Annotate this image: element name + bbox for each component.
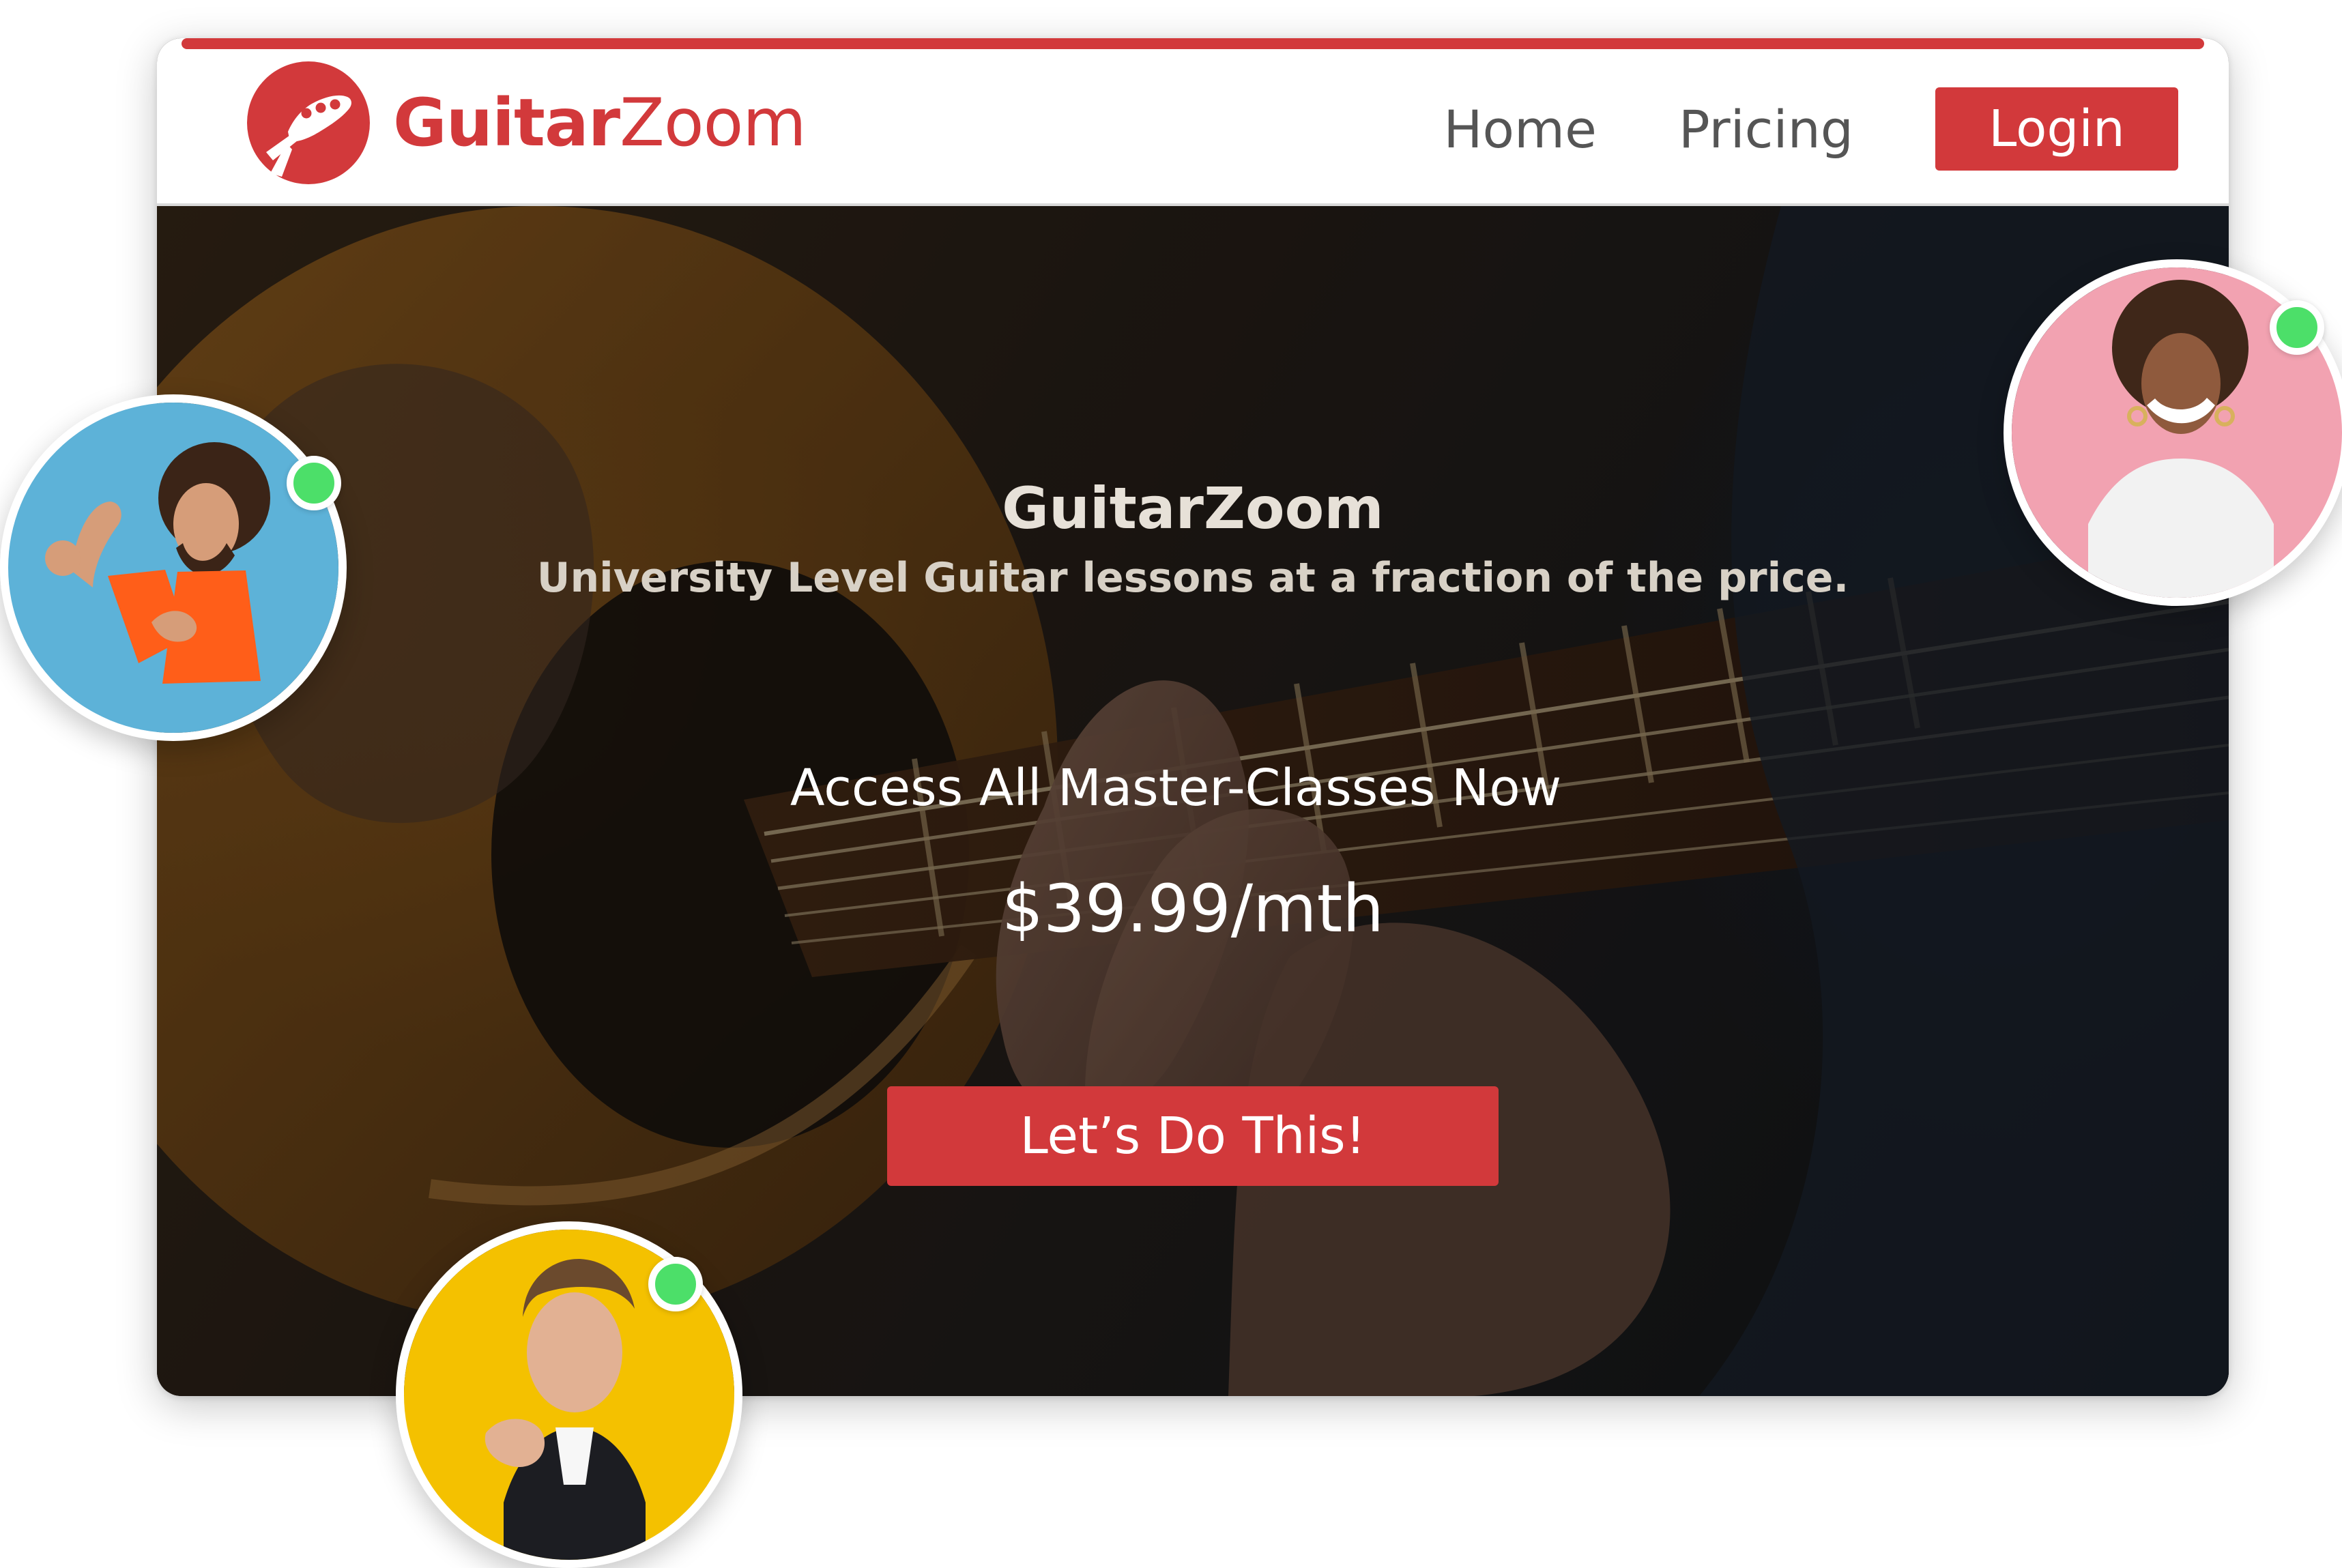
avatar-left xyxy=(0,394,347,741)
offer-text: Access All Master-Classes Now xyxy=(790,759,1562,817)
price-text: $39.99/mth xyxy=(1001,871,1385,947)
nav-home-link[interactable]: Home xyxy=(1443,99,1596,160)
lets-do-this-button[interactable]: Let’s Do This! xyxy=(887,1086,1499,1186)
hero-title: GuitarZoom xyxy=(1002,475,1384,542)
hero-section: GuitarZoom University Level Guitar lesso… xyxy=(157,206,2229,1396)
logo-wordmark-strong: Guitar xyxy=(393,85,620,161)
avatar-bottom-status-dot xyxy=(648,1257,703,1311)
top-accent-bar xyxy=(182,38,2204,49)
avatar-left-status-dot xyxy=(287,456,341,510)
login-button[interactable]: Login xyxy=(1935,87,2178,171)
nav-pricing-link[interactable]: Pricing xyxy=(1679,99,1853,160)
avatar-right-status-dot xyxy=(2270,300,2324,355)
main-nav: Home Pricing Login xyxy=(1443,87,2178,171)
logo-wordmark-light: Zoom xyxy=(620,85,807,161)
guitar-headstock-icon xyxy=(247,61,370,184)
browser-window: GuitarZoom Home Pricing Login GuitarZoom… xyxy=(157,38,2229,1396)
hero-subtitle: University Level Guitar lessons at a fra… xyxy=(536,554,1849,602)
site-header: GuitarZoom Home Pricing Login xyxy=(157,38,2229,206)
logo-wordmark: GuitarZoom xyxy=(393,85,807,161)
guitarzoom-logo[interactable]: GuitarZoom xyxy=(247,61,807,184)
avatar-left-image xyxy=(8,403,338,733)
